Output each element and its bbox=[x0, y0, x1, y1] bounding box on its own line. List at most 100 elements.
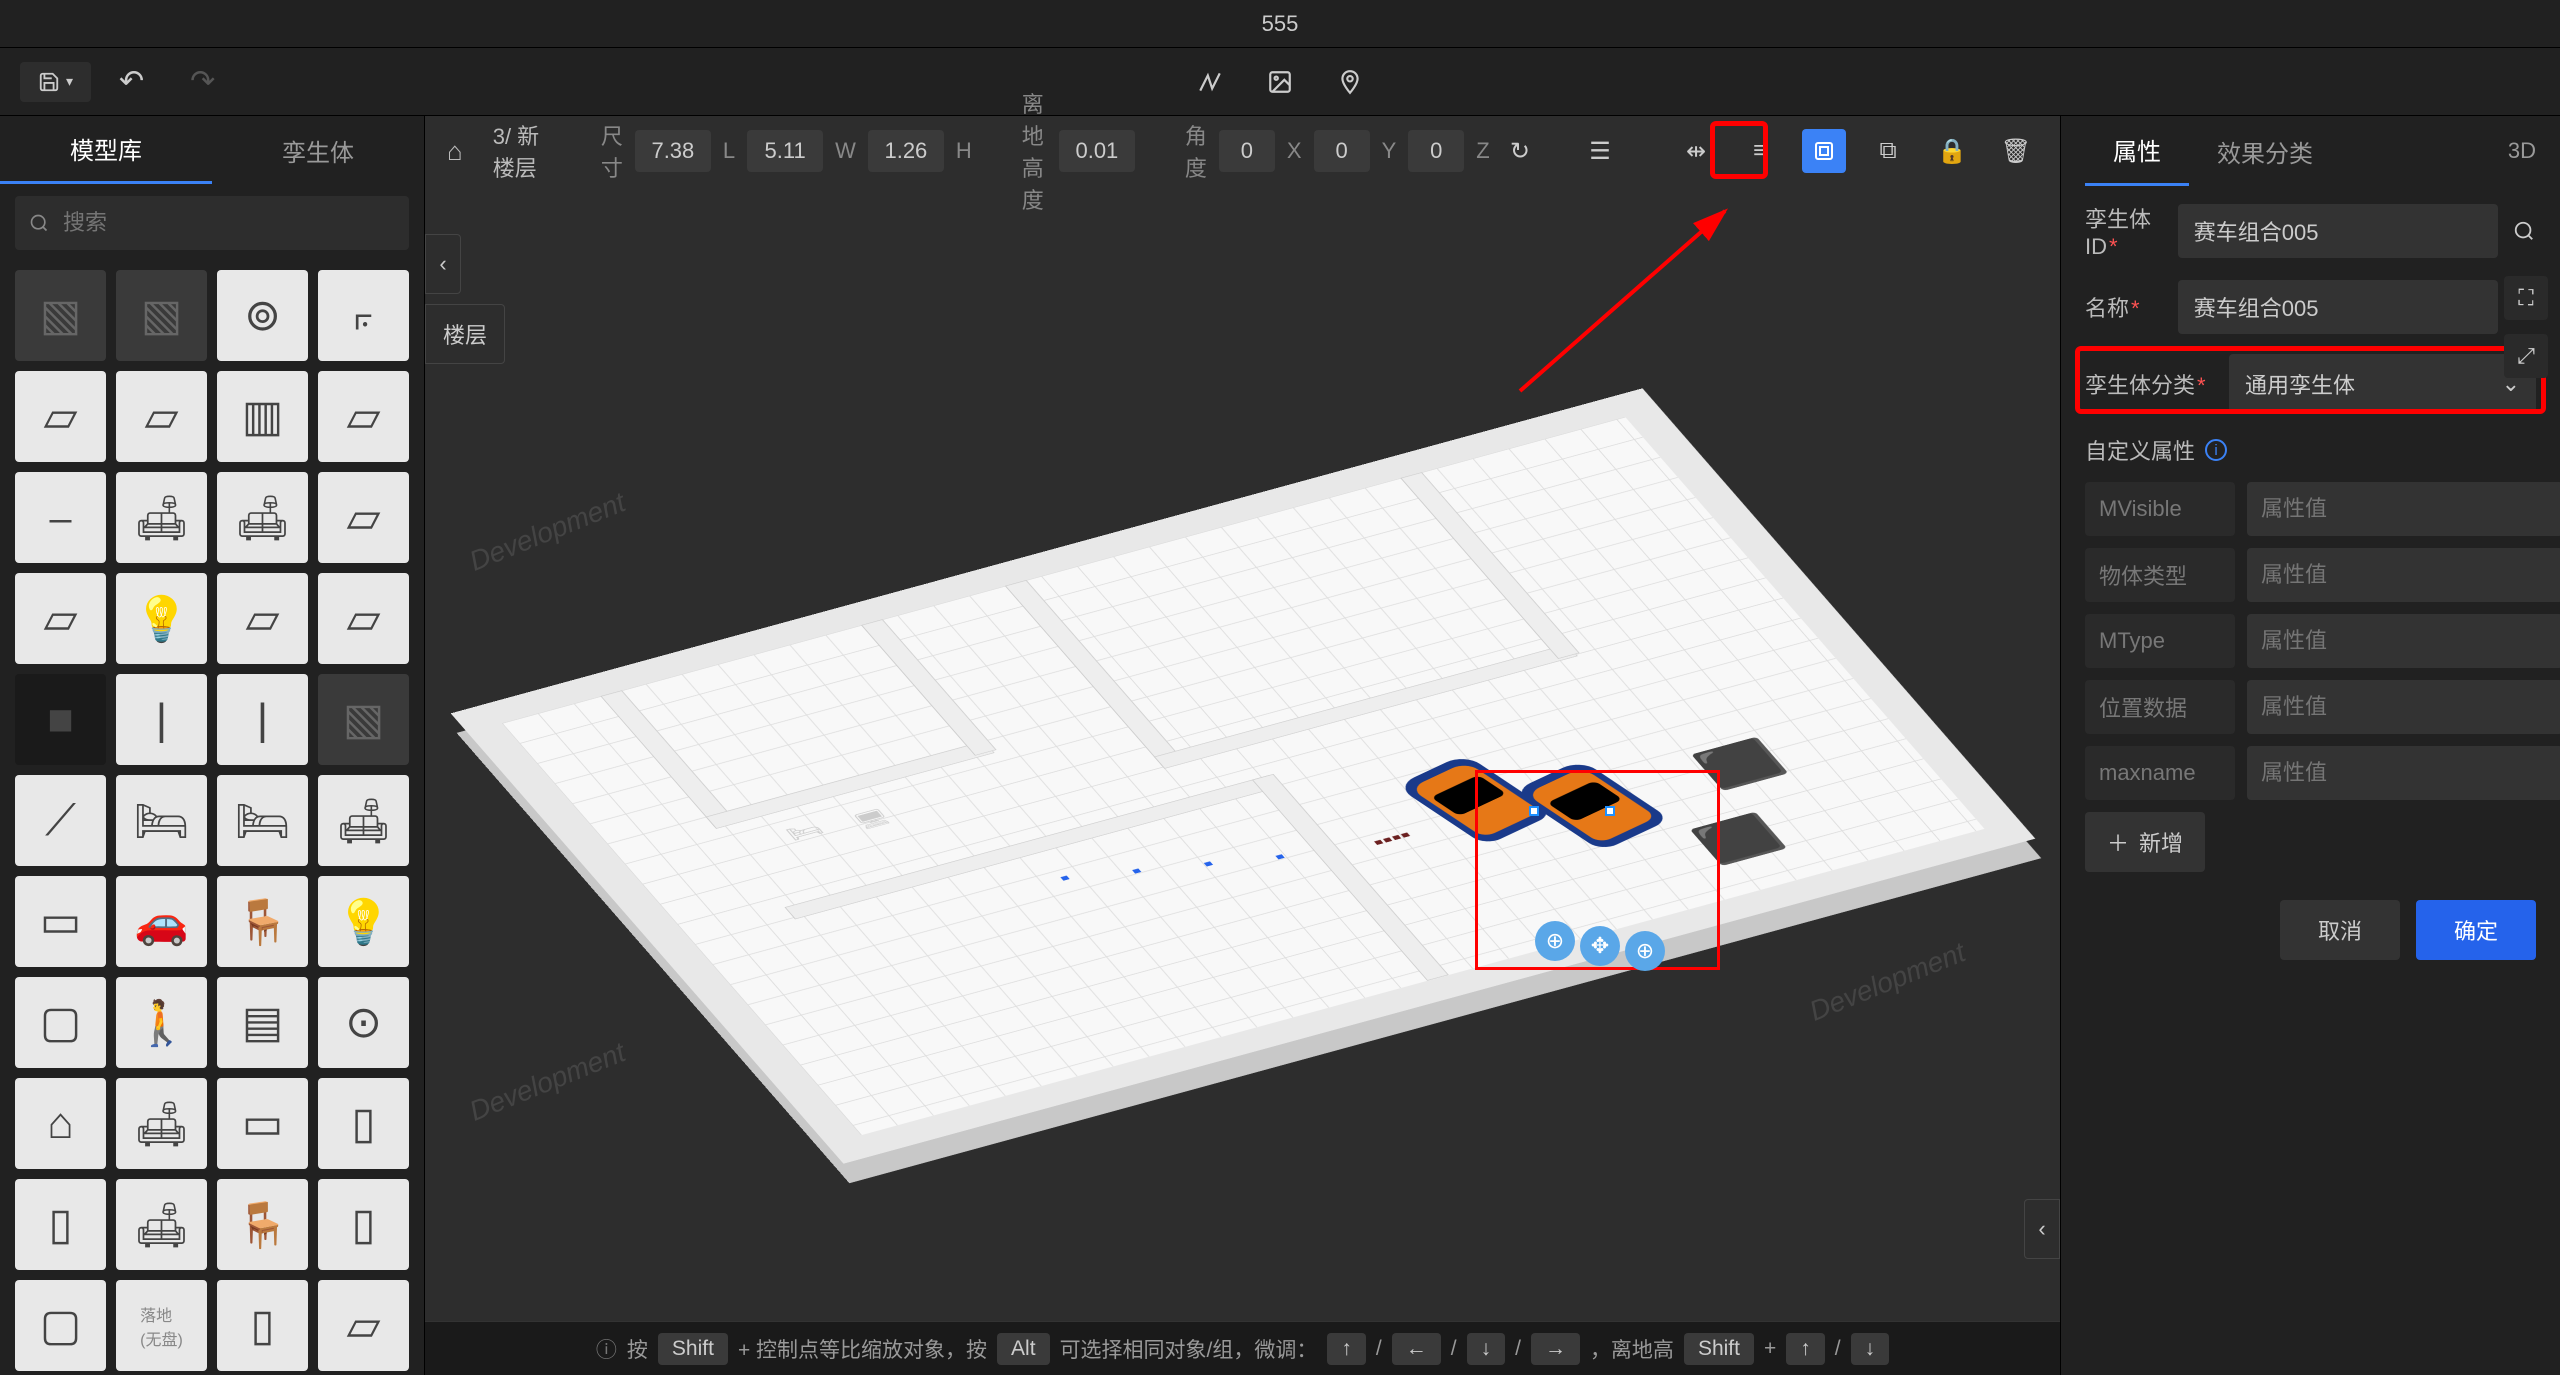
search-input[interactable] bbox=[15, 196, 409, 250]
floor-breadcrumb[interactable]: 3/ 新楼层 bbox=[493, 119, 551, 183]
list-icon[interactable]: ☰ bbox=[1578, 129, 1622, 173]
twin-id-input[interactable] bbox=[2178, 204, 2498, 258]
app-title: 555 bbox=[1262, 11, 1299, 37]
home-button[interactable]: ⌂ bbox=[447, 136, 463, 167]
model-item[interactable]: 落地(无盘) bbox=[116, 1280, 207, 1371]
reset-rotation-icon[interactable]: ↻ bbox=[1506, 129, 1534, 173]
model-item[interactable]: ▱ bbox=[116, 371, 207, 462]
model-item[interactable]: 🪑 bbox=[217, 1179, 308, 1270]
model-item[interactable]: ▱ bbox=[318, 1280, 409, 1371]
model-item[interactable]: 🪑 bbox=[217, 876, 308, 967]
model-item[interactable]: 🚗 bbox=[116, 876, 207, 967]
location-tool-icon[interactable] bbox=[1335, 67, 1365, 97]
custom-val[interactable] bbox=[2247, 680, 2560, 734]
redo-button[interactable]: ↷ bbox=[172, 64, 233, 99]
custom-val[interactable] bbox=[2247, 746, 2560, 800]
gizmo-button-3[interactable]: ⊕ bbox=[1625, 931, 1665, 971]
model-item[interactable]: | bbox=[116, 674, 207, 765]
copy-icon[interactable]: ⧉ bbox=[1866, 129, 1910, 173]
cancel-button[interactable]: 取消 bbox=[2280, 900, 2400, 960]
tab-twins[interactable]: 孪生体 bbox=[212, 116, 424, 184]
model-item[interactable]: ⟔ bbox=[318, 270, 409, 361]
model-item[interactable]: ▭ bbox=[15, 876, 106, 967]
gizmo-button-2[interactable]: ✥ bbox=[1580, 926, 1620, 966]
viewport-3d[interactable]: Development Development Development Deve… bbox=[425, 186, 2060, 1321]
custom-val[interactable] bbox=[2247, 482, 2560, 536]
angle-y-input[interactable] bbox=[1314, 130, 1370, 172]
model-item[interactable]: ⌂ bbox=[15, 1078, 106, 1169]
model-item[interactable]: ⟋ bbox=[15, 775, 106, 866]
info-icon[interactable]: i bbox=[2205, 439, 2227, 461]
top-toolbar: ▾ ↶ ↷ bbox=[0, 48, 2560, 116]
model-item[interactable]: ▯ bbox=[217, 1280, 308, 1371]
model-item[interactable]: ▱ bbox=[15, 573, 106, 664]
tab-effects[interactable]: 效果分类 bbox=[2189, 116, 2341, 186]
model-item[interactable]: | bbox=[217, 674, 308, 765]
lock-icon[interactable]: 🔒 bbox=[1930, 129, 1974, 173]
custom-val[interactable] bbox=[2247, 614, 2560, 668]
model-item[interactable]: ⊚ bbox=[217, 270, 308, 361]
custom-key[interactable] bbox=[2085, 746, 2235, 800]
model-item[interactable]: ▭ bbox=[217, 1078, 308, 1169]
model-item[interactable]: ▧ bbox=[15, 270, 106, 361]
model-item[interactable]: ▱ bbox=[318, 472, 409, 563]
model-item[interactable]: 🚶 bbox=[116, 977, 207, 1068]
model-item[interactable]: ▱ bbox=[15, 371, 106, 462]
custom-key[interactable] bbox=[2085, 548, 2235, 602]
model-item[interactable]: ⊙ bbox=[318, 977, 409, 1068]
fullscreen-icon[interactable]: ⛶ bbox=[2504, 276, 2548, 320]
image-tool-icon[interactable] bbox=[1265, 67, 1295, 97]
group-icon[interactable] bbox=[1802, 129, 1846, 173]
add-property-button[interactable]: ＋ 新增 bbox=[2085, 812, 2205, 872]
mirror-icon[interactable]: ⇹ bbox=[1674, 129, 1718, 173]
expand-icon[interactable]: ⤢ bbox=[2504, 334, 2548, 378]
angle-z-input[interactable] bbox=[1408, 130, 1464, 172]
save-button[interactable]: ▾ bbox=[20, 62, 91, 102]
model-item[interactable]: 🛋 bbox=[318, 775, 409, 866]
dim-h-input[interactable] bbox=[868, 130, 944, 172]
model-item[interactable]: ▱ bbox=[318, 371, 409, 462]
model-item[interactable]: 🛋 bbox=[116, 1078, 207, 1169]
undo-button[interactable]: ↶ bbox=[101, 64, 162, 99]
tab-properties[interactable]: 属性 bbox=[2085, 116, 2189, 186]
model-item[interactable]: ▯ bbox=[15, 1179, 106, 1270]
model-item[interactable]: ▯ bbox=[318, 1078, 409, 1169]
tab-models[interactable]: 模型库 bbox=[0, 116, 212, 184]
model-item[interactable]: 🛏 bbox=[116, 775, 207, 866]
model-item[interactable]: ▢ bbox=[15, 977, 106, 1068]
path-tool-icon[interactable] bbox=[1195, 67, 1225, 97]
model-item[interactable]: ▧ bbox=[116, 270, 207, 361]
model-item[interactable]: ▯ bbox=[318, 1179, 409, 1270]
dim-w-input[interactable] bbox=[747, 130, 823, 172]
collapse-right-button[interactable]: ‹ bbox=[2024, 1199, 2060, 1259]
gizmo-button-1[interactable]: ⊕ bbox=[1535, 921, 1575, 961]
model-item[interactable]: 💡 bbox=[318, 876, 409, 967]
model-item[interactable]: ▤ bbox=[217, 977, 308, 1068]
model-item[interactable]: ▥ bbox=[217, 371, 308, 462]
model-item[interactable]: ▢ bbox=[15, 1280, 106, 1371]
ok-button[interactable]: 确定 bbox=[2416, 900, 2536, 960]
model-item[interactable]: ⎯ bbox=[15, 472, 106, 563]
custom-val[interactable] bbox=[2247, 548, 2560, 602]
model-item[interactable]: 🛋 bbox=[116, 472, 207, 563]
model-item[interactable]: 🛏 bbox=[217, 775, 308, 866]
model-item[interactable]: ▧ bbox=[318, 674, 409, 765]
model-item[interactable]: ▱ bbox=[217, 573, 308, 664]
custom-key[interactable] bbox=[2085, 614, 2235, 668]
search-id-icon[interactable] bbox=[2512, 211, 2536, 251]
custom-key[interactable] bbox=[2085, 680, 2235, 734]
custom-key[interactable] bbox=[2085, 482, 2235, 536]
model-item[interactable]: ▱ bbox=[318, 573, 409, 664]
name-input[interactable] bbox=[2178, 280, 2498, 334]
ground-input[interactable] bbox=[1059, 130, 1135, 172]
model-item[interactable]: 🛋 bbox=[217, 472, 308, 563]
model-item[interactable]: ■ bbox=[15, 674, 106, 765]
align-icon[interactable]: ≡ bbox=[1738, 129, 1782, 173]
model-item[interactable]: 💡 bbox=[116, 573, 207, 664]
delete-icon[interactable]: 🗑 bbox=[1994, 129, 2038, 173]
3d-toggle[interactable]: 3D bbox=[2508, 138, 2536, 164]
category-select[interactable]: 通用孪生体 ⌄ bbox=[2229, 354, 2536, 414]
angle-x-input[interactable] bbox=[1219, 130, 1275, 172]
dim-l-input[interactable] bbox=[635, 130, 711, 172]
model-item[interactable]: 🛋 bbox=[116, 1179, 207, 1270]
